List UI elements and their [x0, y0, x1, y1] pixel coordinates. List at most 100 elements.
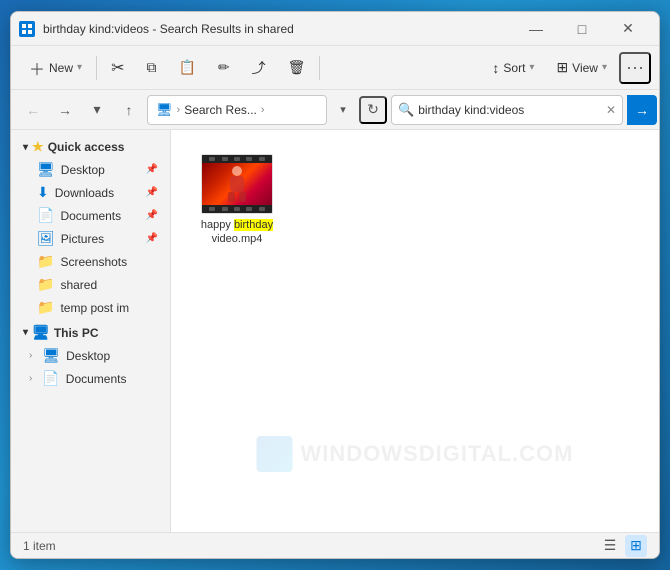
- search-input[interactable]: [418, 103, 602, 117]
- cut-button[interactable]: ✂: [101, 52, 134, 84]
- view-icon: ⊞: [556, 59, 568, 76]
- new-label: New: [49, 61, 73, 75]
- desktop-icon: 🖥: [37, 161, 55, 178]
- paste-button[interactable]: 📋: [168, 52, 205, 84]
- title-bar: birthday kind:videos - Search Results in…: [11, 12, 659, 46]
- desktop-pin-icon: 📌: [146, 164, 158, 175]
- shared-label: shared: [60, 278, 97, 292]
- window-title: birthday kind:videos - Search Results in…: [43, 22, 513, 36]
- back-button[interactable]: ←: [19, 96, 47, 124]
- sidebar-section-thispc: ▾ 🖥 This PC › 🖥 Desktop › 📄 Documents: [11, 321, 170, 390]
- path-chevron-right: ›: [261, 104, 265, 116]
- window-icon: [19, 21, 35, 37]
- thispc-chevron-icon: ▾: [23, 327, 28, 338]
- delete-icon: 🗑: [288, 59, 306, 76]
- address-path[interactable]: 🖥 › Search Res... ›: [147, 95, 327, 125]
- rename-button[interactable]: ✏: [208, 52, 240, 84]
- film-strip-top: [202, 155, 272, 163]
- filename-highlight: birthday: [234, 219, 273, 231]
- separator-1: [96, 56, 97, 80]
- downloads-label: Downloads: [55, 186, 114, 200]
- file-thumbnail: [201, 154, 273, 214]
- watermark: WINDOWSDIGITAL.COM: [257, 436, 574, 472]
- forward-button[interactable]: →: [51, 96, 79, 124]
- quickaccess-label: Quick access: [48, 140, 125, 154]
- search-clear-button[interactable]: ✕: [606, 103, 616, 117]
- sidebar: ▾ ★ Quick access 🖥 Desktop 📌 ⬇ Downloads…: [11, 130, 171, 532]
- close-button[interactable]: ✕: [605, 12, 651, 46]
- film-figure-svg: [222, 165, 252, 203]
- sidebar-thispc-desktop[interactable]: › 🖥 Desktop: [15, 344, 166, 367]
- up-button[interactable]: ↑: [115, 96, 143, 124]
- new-icon: ＋: [29, 56, 45, 80]
- screenshots-label: Screenshots: [60, 255, 127, 269]
- explorer-window: birthday kind:videos - Search Results in…: [10, 11, 660, 559]
- sidebar-item-desktop[interactable]: 🖥 Desktop 📌: [15, 158, 166, 181]
- sort-button[interactable]: ↕ Sort ▾: [482, 52, 544, 84]
- path-icon: 🖥: [156, 102, 173, 118]
- sidebar-thispc-header[interactable]: ▾ 🖥 This PC: [15, 321, 166, 344]
- view-button[interactable]: ⊞ View ▾: [546, 52, 617, 84]
- separator-2: [319, 56, 320, 80]
- thispc-label: This PC: [54, 326, 99, 340]
- thispc-expand-icon: ›: [29, 350, 32, 361]
- new-chevron-icon: ▾: [77, 62, 82, 73]
- temppost-icon: 📁: [37, 299, 54, 316]
- new-button[interactable]: ＋ New ▾: [19, 52, 92, 84]
- thispc-icon: 🖥: [32, 324, 50, 341]
- search-go-button[interactable]: →: [627, 95, 657, 125]
- file-area: WINDOWSDIGITAL.COM: [171, 130, 659, 532]
- screenshots-icon: 📁: [37, 253, 54, 270]
- status-item-count: 1 item: [23, 539, 56, 553]
- main-content: ▾ ★ Quick access 🖥 Desktop 📌 ⬇ Downloads…: [11, 130, 659, 532]
- thispc-docs-expand-icon: ›: [29, 373, 32, 384]
- documents-pin-icon: 📌: [146, 210, 158, 221]
- share-icon: ⤴: [252, 58, 266, 78]
- thispc-docs-label: Documents: [66, 372, 127, 386]
- sidebar-item-downloads[interactable]: ⬇ Downloads 📌: [15, 181, 166, 204]
- desktop-label: Desktop: [61, 163, 105, 177]
- sidebar-item-shared[interactable]: 📁 shared: [15, 273, 166, 296]
- maximize-button[interactable]: □: [559, 12, 605, 46]
- copy-button[interactable]: ⧉: [136, 52, 166, 84]
- pictures-label: Pictures: [61, 232, 104, 246]
- share-button[interactable]: ⤴: [242, 52, 276, 84]
- thispc-desktop-icon: 🖥: [42, 347, 60, 364]
- pictures-icon: 🖼: [37, 230, 55, 247]
- status-view-icons: ☰ ⊞: [599, 535, 647, 557]
- file-item[interactable]: happy birthday video.mp4: [187, 146, 287, 255]
- minimize-button[interactable]: —: [513, 12, 559, 46]
- grid-view-button[interactable]: ⊞: [625, 535, 647, 557]
- status-bar: 1 item ☰ ⊞: [11, 532, 659, 558]
- sidebar-thispc-documents[interactable]: › 📄 Documents: [15, 367, 166, 390]
- sort-chevron-icon: ▾: [529, 62, 534, 73]
- sidebar-item-documents[interactable]: 📄 Documents 📌: [15, 204, 166, 227]
- film-strip-bottom: [202, 205, 272, 213]
- delete-button[interactable]: 🗑: [278, 52, 316, 84]
- sidebar-item-temppost[interactable]: 📁 temp post im: [15, 296, 166, 319]
- sidebar-item-screenshots[interactable]: 📁 Screenshots: [15, 250, 166, 273]
- documents-label: Documents: [60, 209, 121, 223]
- filename-prefix: happy: [201, 219, 234, 231]
- view-chevron-icon: ▾: [602, 62, 607, 73]
- sort-icon: ↕: [492, 60, 499, 76]
- watermark-logo-icon: [257, 436, 293, 472]
- path-label: Search Res...: [184, 103, 257, 117]
- sidebar-item-pictures[interactable]: 🖼 Pictures 📌: [15, 227, 166, 250]
- path-dropdown-button[interactable]: ▾: [331, 96, 355, 124]
- search-box: 🔍 ✕: [391, 95, 623, 125]
- paste-icon: 📋: [178, 59, 195, 76]
- refresh-button[interactable]: ↻: [359, 96, 387, 124]
- more-button[interactable]: ···: [619, 52, 651, 84]
- title-controls: — □ ✕: [513, 12, 651, 46]
- thispc-desktop-label: Desktop: [66, 349, 110, 363]
- recent-button[interactable]: ▾: [83, 96, 111, 124]
- filename-suffix: video.mp4: [212, 233, 263, 245]
- sort-label: Sort: [503, 61, 525, 75]
- file-name: happy birthday video.mp4: [201, 218, 273, 247]
- list-view-icon: ☰: [604, 537, 617, 554]
- watermark-logo: WINDOWSDIGITAL.COM: [257, 436, 574, 472]
- downloads-icon: ⬇: [37, 184, 49, 201]
- list-view-button[interactable]: ☰: [599, 535, 621, 557]
- sidebar-quickaccess-header[interactable]: ▾ ★ Quick access: [15, 136, 166, 158]
